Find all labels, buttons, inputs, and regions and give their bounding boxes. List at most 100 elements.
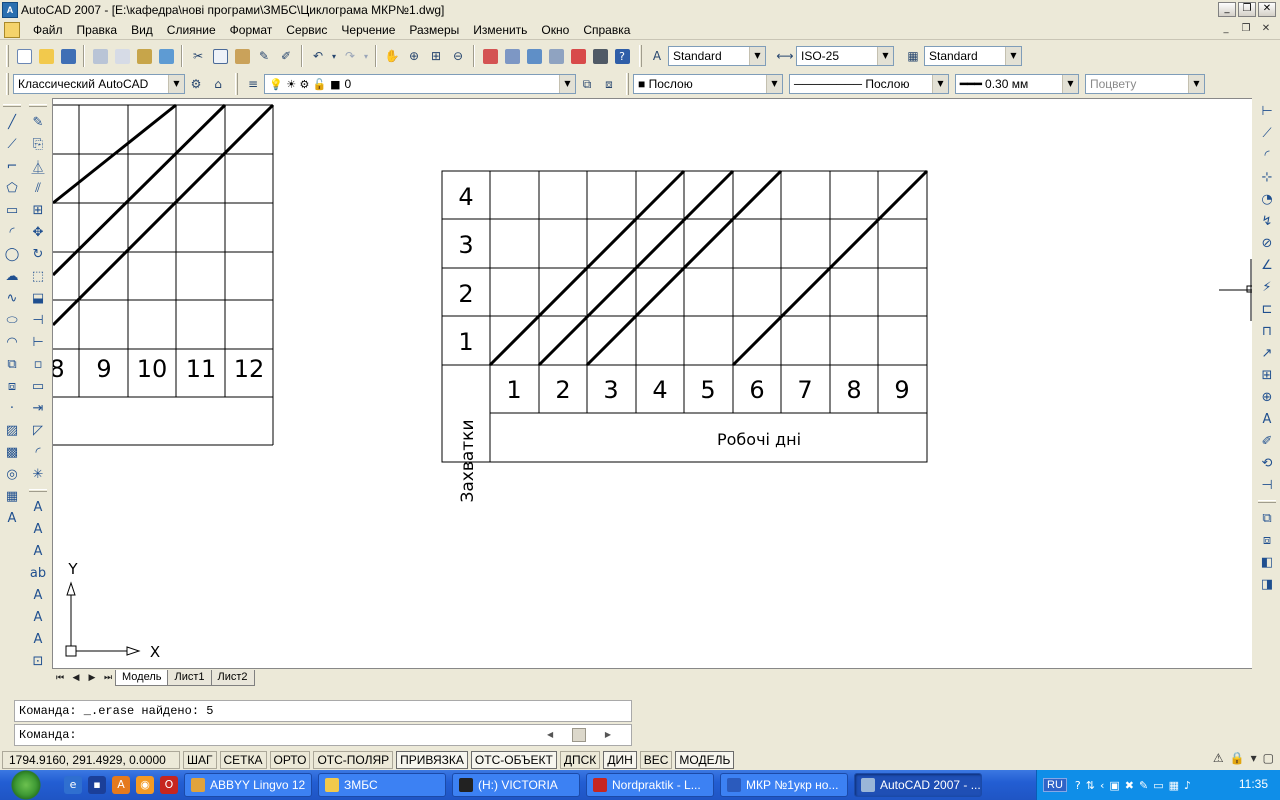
- polyline-icon[interactable]: ⌐: [1, 155, 23, 177]
- drawing-area[interactable]: 8 9 10 11 12: [52, 98, 1252, 668]
- ortho-toggle[interactable]: ОРТО: [269, 751, 311, 769]
- hatch-icon[interactable]: ▨: [1, 419, 23, 441]
- spline-icon[interactable]: ∿: [1, 287, 23, 309]
- block-editor-icon[interactable]: ✐: [275, 45, 297, 67]
- tolerance-icon[interactable]: ⊞: [1256, 364, 1278, 386]
- text-style-select[interactable]: Standard ▼: [668, 46, 766, 66]
- justify-text-icon[interactable]: A: [27, 628, 49, 650]
- task-word-doc[interactable]: МКР №1укр но...: [720, 773, 848, 797]
- start-button[interactable]: [0, 770, 50, 800]
- toolbar-grip[interactable]: [6, 45, 9, 67]
- clean-screen-icon[interactable]: ▢: [1263, 751, 1274, 765]
- window-tray-icon[interactable]: ▣: [1109, 779, 1119, 792]
- folder-tray-icon[interactable]: ▦: [1169, 779, 1179, 792]
- convert-distance-icon[interactable]: ⊡: [27, 650, 49, 672]
- trim-icon[interactable]: ⊣: [27, 309, 49, 331]
- grid-toggle[interactable]: СЕТКА: [219, 751, 267, 769]
- lineweight-toggle[interactable]: ВЕС: [639, 751, 673, 769]
- antivirus-icon[interactable]: ✖: [1125, 779, 1134, 792]
- ellipse-icon[interactable]: ⬭: [1, 309, 23, 331]
- zoom-realtime-icon[interactable]: ⊕: [403, 45, 425, 67]
- menu-help[interactable]: Справка: [576, 21, 637, 39]
- etransmit-icon[interactable]: [155, 45, 177, 67]
- copy-icon[interactable]: [209, 45, 231, 67]
- document-icon[interactable]: [4, 21, 20, 38]
- edit-tray-icon[interactable]: ✎: [1139, 779, 1148, 792]
- command-scrollbar[interactable]: ◀ ▶: [547, 727, 611, 743]
- copy-object-icon[interactable]: ⎘: [27, 133, 49, 155]
- prev-tab-icon[interactable]: ◀: [68, 671, 84, 685]
- design-center-icon[interactable]: [501, 45, 523, 67]
- menu-dimension[interactable]: Размеры: [402, 21, 466, 39]
- task-nordpraktik[interactable]: Nordpraktik - L...: [586, 773, 714, 797]
- construction-line-icon[interactable]: ⟋: [1, 133, 23, 155]
- coordinates-readout[interactable]: 1794.9160, 291.4929, 0.0000: [2, 751, 180, 769]
- osnap-toggle[interactable]: ПРИВЯЗКА: [396, 751, 468, 769]
- linetype-select[interactable]: ──────── Послою ▼: [789, 74, 949, 94]
- scale-icon[interactable]: ⬚: [27, 265, 49, 287]
- region-icon[interactable]: ◎: [1, 463, 23, 485]
- language-indicator[interactable]: RU: [1043, 778, 1067, 792]
- lock-icon[interactable]: 🔒: [1230, 751, 1245, 765]
- workspace-settings-icon[interactable]: ⚙: [185, 73, 207, 95]
- markup-icon[interactable]: [567, 45, 589, 67]
- model-toggle[interactable]: МОДЕЛЬ: [675, 751, 735, 769]
- polar-toggle[interactable]: ОТС-ПОЛЯР: [313, 751, 394, 769]
- calculator-icon[interactable]: [589, 45, 611, 67]
- arc-length-icon[interactable]: ◜: [1256, 144, 1278, 166]
- rectangle-icon[interactable]: ▭: [1, 199, 23, 221]
- task-victoria[interactable]: (H:) VICTORIA: [452, 773, 580, 797]
- volume-icon[interactable]: ♪: [1184, 779, 1191, 792]
- polygon-icon[interactable]: ⬠: [1, 177, 23, 199]
- draw-order-back-icon[interactable]: ⧈: [1256, 529, 1278, 551]
- scale-text-icon[interactable]: A: [27, 606, 49, 628]
- pan-icon[interactable]: ✋: [381, 45, 403, 67]
- point-icon[interactable]: ·: [1, 397, 23, 419]
- gradient-icon[interactable]: ▩: [1, 441, 23, 463]
- first-tab-icon[interactable]: ⏮: [52, 671, 68, 685]
- angular-icon[interactable]: ∠: [1256, 254, 1278, 276]
- continue-icon[interactable]: ⊓: [1256, 320, 1278, 342]
- insert-block-icon[interactable]: ⧉: [1, 353, 23, 375]
- undo-dropdown-icon[interactable]: ▾: [329, 45, 339, 67]
- menu-tools[interactable]: Сервис: [279, 21, 334, 39]
- layer-previous-icon[interactable]: ⧈: [598, 73, 620, 95]
- make-block-icon[interactable]: ⧈: [1, 375, 23, 397]
- close-button[interactable]: ✕: [1258, 2, 1276, 17]
- layer-manager-icon[interactable]: ≡: [242, 73, 264, 95]
- break-at-point-icon[interactable]: ▫: [27, 353, 49, 375]
- cut-icon[interactable]: ✂: [187, 45, 209, 67]
- doc-close-button[interactable]: ✕: [1258, 22, 1274, 36]
- new-file-icon[interactable]: [13, 45, 35, 67]
- zoom-previous-icon[interactable]: ⊖: [447, 45, 469, 67]
- media-icon[interactable]: ◉: [136, 776, 154, 794]
- join-icon[interactable]: ⇥: [27, 397, 49, 419]
- paste-icon[interactable]: [231, 45, 253, 67]
- workspace-select[interactable]: Классический AutoCAD ▼: [13, 74, 185, 94]
- aligned-dimension-icon[interactable]: ⟋: [1256, 122, 1278, 144]
- task-autocad[interactable]: AutoCAD 2007 - ...: [854, 773, 982, 797]
- drawing-svg[interactable]: 8 9 10 11 12: [53, 99, 1252, 668]
- erase-icon[interactable]: ✎: [27, 111, 49, 133]
- monitor-icon[interactable]: ▭: [1153, 779, 1163, 792]
- dyn-toggle[interactable]: ДИН: [603, 751, 637, 769]
- menu-view[interactable]: Вид: [124, 21, 160, 39]
- app-launch-icon[interactable]: ▪: [88, 776, 106, 794]
- draw-order-front-icon[interactable]: ⧉: [1256, 507, 1278, 529]
- expand-tray-icon[interactable]: ‹: [1100, 779, 1104, 792]
- menu-edit[interactable]: Правка: [70, 21, 125, 39]
- scroll-thumb[interactable]: [572, 728, 586, 742]
- restore-button[interactable]: ❐: [1238, 2, 1256, 17]
- text-icon[interactable]: A: [27, 496, 49, 518]
- spell-check-icon[interactable]: ab: [27, 562, 49, 584]
- center-mark-icon[interactable]: ⊕: [1256, 386, 1278, 408]
- ellipse-arc-icon[interactable]: ◠: [1, 331, 23, 353]
- ducs-toggle[interactable]: ДПСК: [559, 751, 601, 769]
- make-layer-current-icon[interactable]: ⧉: [576, 73, 598, 95]
- browser-icon[interactable]: e: [64, 776, 82, 794]
- explode-icon[interactable]: ✳: [27, 463, 49, 485]
- help-icon[interactable]: ?: [611, 45, 633, 67]
- help-tray-icon[interactable]: ?: [1075, 779, 1081, 792]
- toolbar-grip[interactable]: [6, 73, 9, 95]
- table-style-select[interactable]: Standard ▼: [924, 46, 1022, 66]
